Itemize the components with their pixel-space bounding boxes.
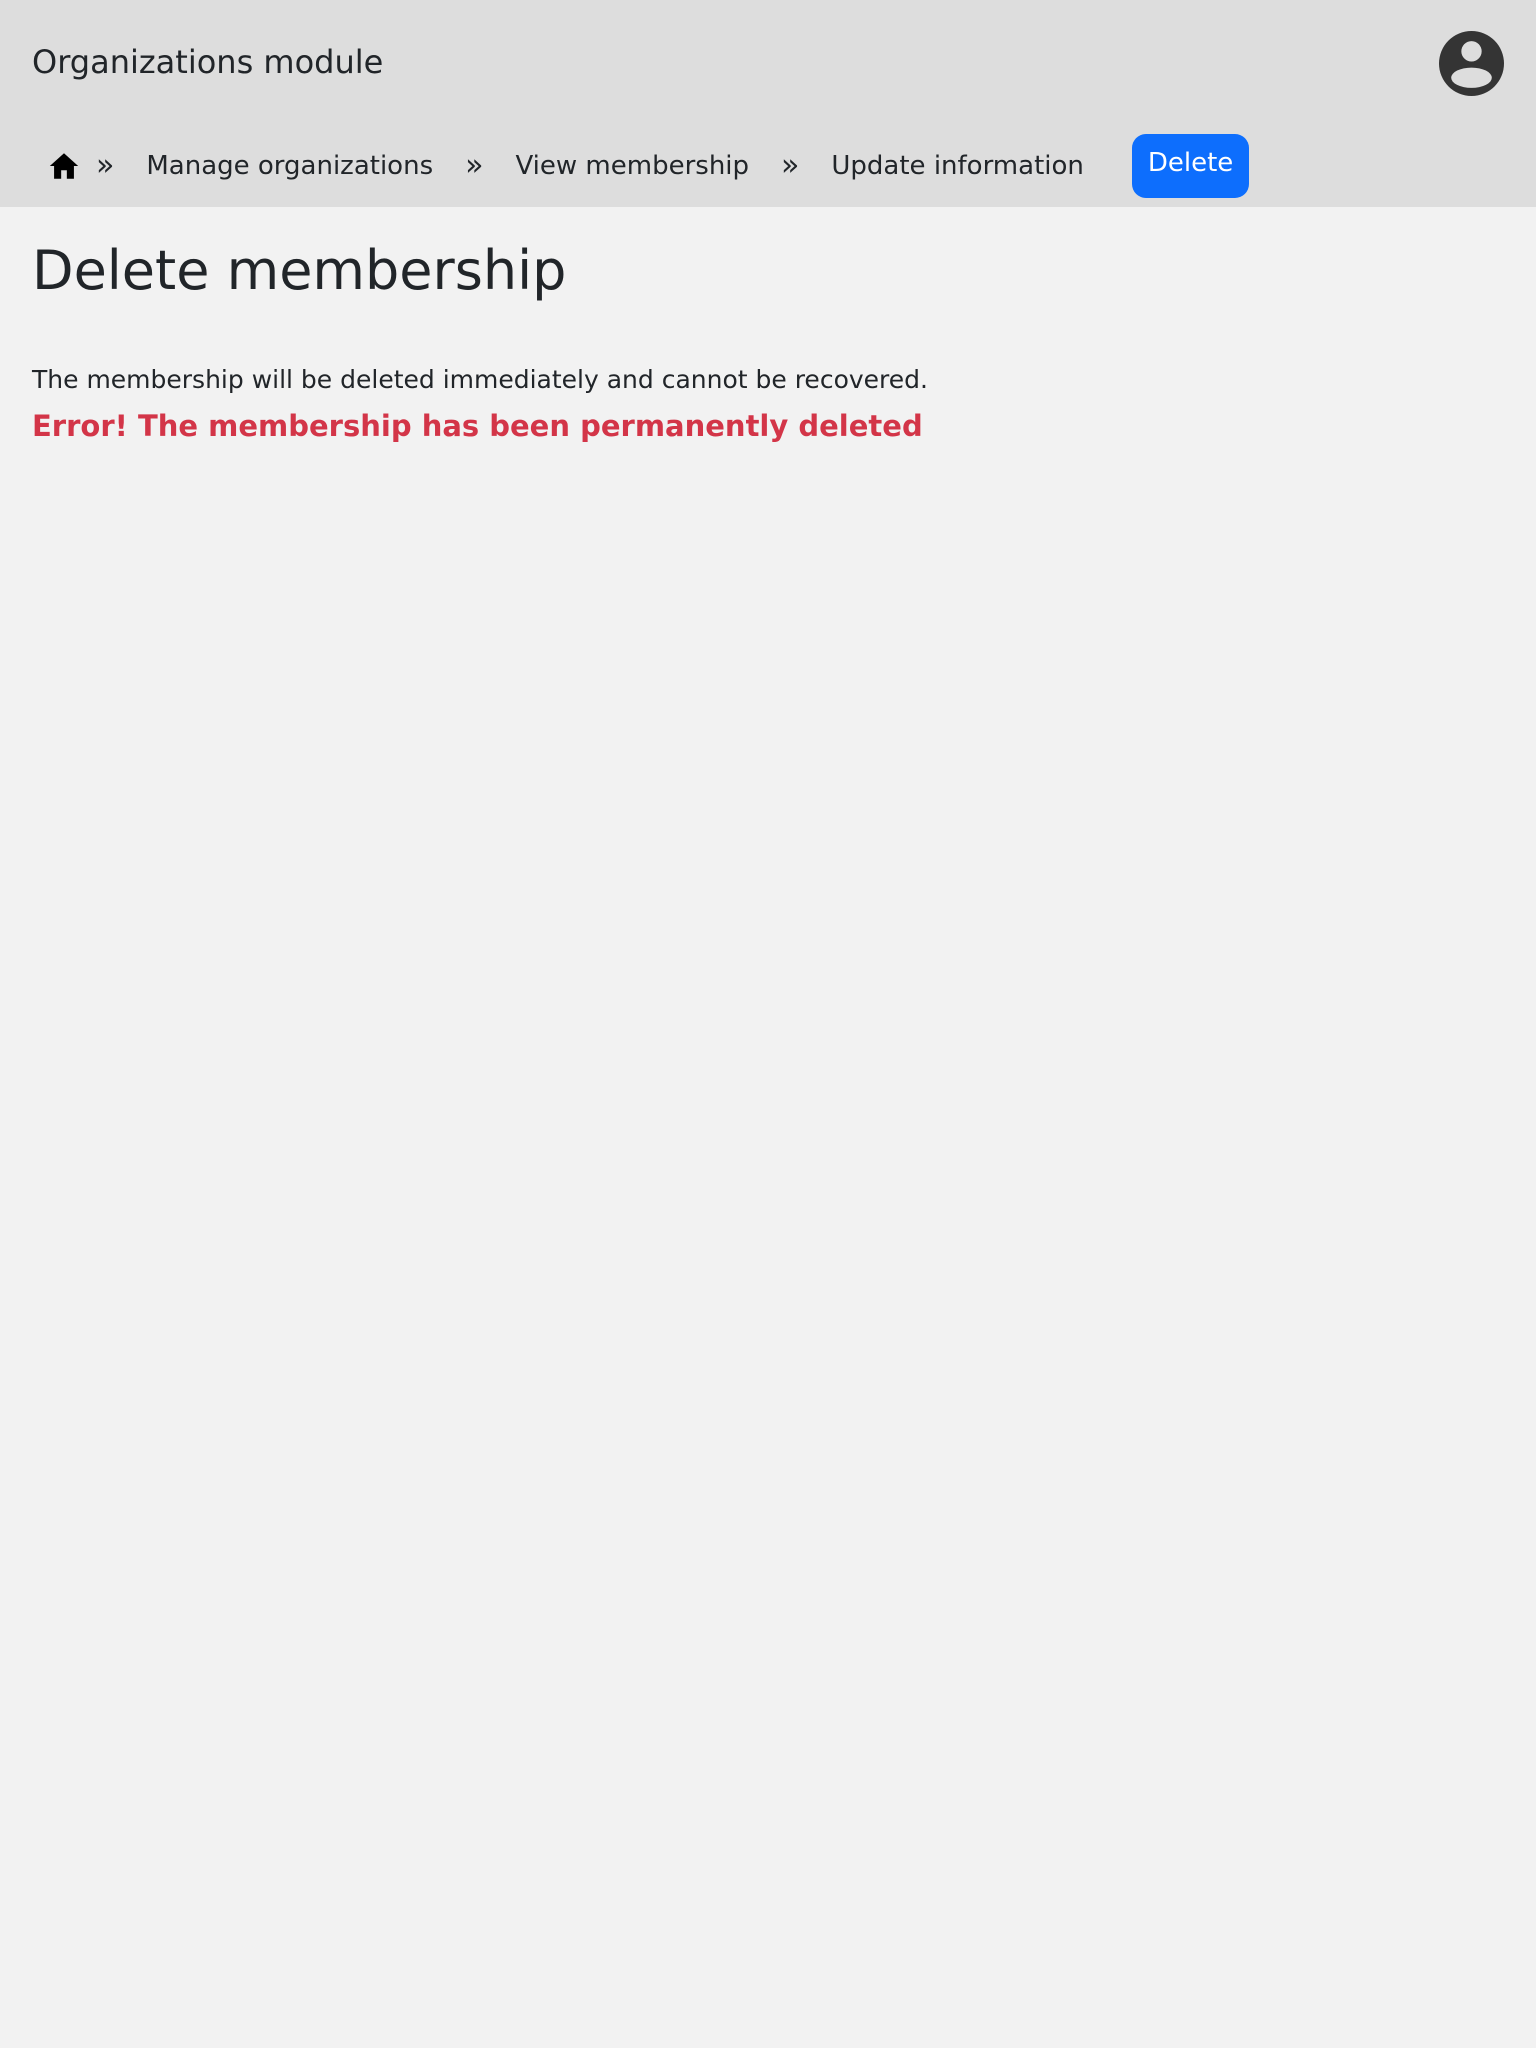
- user-avatar-button[interactable]: [1439, 31, 1504, 96]
- breadcrumb-item-update-information[interactable]: Update information: [819, 146, 1115, 186]
- page-title: Delete membership: [32, 239, 567, 302]
- user-circle-icon: [1439, 31, 1504, 96]
- error-message: Error! The membership has been permanent…: [32, 409, 923, 443]
- breadcrumb-separator: »: [781, 147, 800, 183]
- delete-description: The membership will be deleted immediate…: [32, 365, 928, 394]
- delete-button[interactable]: Delete: [1131, 133, 1250, 198]
